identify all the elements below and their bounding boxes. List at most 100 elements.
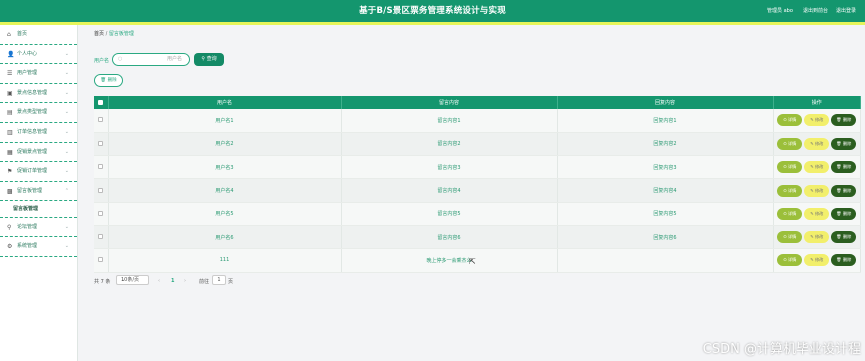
delete-button[interactable]: 🗑 删除	[831, 137, 857, 150]
order-icon: ▥	[7, 128, 13, 136]
sidebar-item-promo-orders[interactable]: ⚑ 促销订单管理 ⌄	[0, 162, 77, 182]
search-input[interactable]: ○ 用户名	[112, 53, 190, 66]
sidebar-item-label: 用户管理	[17, 70, 38, 77]
chevron-down-icon: ⌄	[64, 128, 69, 135]
breadcrumb-home[interactable]: 首页	[94, 31, 104, 37]
batch-delete-button[interactable]: 🗑 删除	[94, 74, 123, 87]
back-to-front-link[interactable]: 退出到前台	[803, 7, 828, 14]
sidebar-item-scenic[interactable]: ▣ 景点信息管理 ⌄	[0, 84, 77, 104]
chevron-down-icon: ⌄	[64, 242, 69, 249]
row-checkbox[interactable]	[94, 248, 109, 273]
detail-button[interactable]: ⊙ 详情	[777, 184, 803, 197]
prev-page-button[interactable]: ‹	[158, 278, 160, 284]
promo-icon: ▦	[7, 148, 13, 156]
chevron-down-icon: ⌄	[64, 224, 69, 231]
edit-icon: ✎	[810, 140, 814, 146]
header-accent-stripe	[0, 22, 865, 25]
page-unit-label: 页	[228, 279, 234, 285]
goto-page-input[interactable]: 1	[212, 275, 226, 285]
chevron-down-icon: ⌄	[121, 277, 126, 283]
sidebar-item-system[interactable]: ⚙ 系统管理 ⌄	[0, 237, 77, 257]
delete-button[interactable]: 🗑 删除	[831, 231, 857, 244]
detail-button[interactable]: ⊙ 详情	[777, 231, 803, 244]
cell-username: 用户名4	[108, 178, 342, 203]
page-number-current[interactable]: 1	[171, 278, 174, 284]
users-icon: ☰	[7, 70, 13, 78]
edit-label: 修改	[814, 164, 824, 170]
edit-label: 修改	[814, 140, 824, 146]
delete-label: 删除	[842, 117, 852, 123]
detail-button[interactable]: ⊙ 详情	[777, 254, 803, 267]
top-header: 基于B/S景区票务管理系统设计与实现 管理员 abo 退出到前台 退出登录	[0, 0, 865, 22]
chevron-down-icon: ⌄	[64, 168, 69, 175]
edit-button[interactable]: ✎ 修改	[804, 254, 830, 267]
row-checkbox[interactable]	[94, 132, 109, 157]
sidebar-item-label: 论坛管理	[17, 224, 38, 231]
table-row: 用户名4 留言内容4 回复内容4 ⊙ 详情 ✎ 修改 🗑 删除	[94, 178, 861, 203]
delete-button[interactable]: 🗑 删除	[831, 161, 857, 174]
search-button[interactable]: ⚲ 查询	[194, 53, 224, 66]
detail-label: 详情	[787, 164, 797, 170]
sidebar-item-users[interactable]: ☰ 用户管理 ⌄	[0, 64, 77, 84]
delete-button[interactable]: 🗑 删除	[831, 184, 857, 197]
edit-button[interactable]: ✎ 修改	[804, 161, 830, 174]
row-checkbox[interactable]	[94, 109, 109, 133]
row-checkbox[interactable]	[94, 155, 109, 180]
next-page-button[interactable]: ›	[184, 278, 186, 284]
detail-button[interactable]: ⊙ 详情	[777, 137, 803, 150]
cell-actions: ⊙ 详情 ✎ 修改 🗑 删除	[773, 225, 861, 250]
breadcrumb-current: 留言板管理	[108, 31, 134, 37]
system-icon: ⚙	[7, 242, 13, 250]
scenic-icon: ▣	[7, 89, 13, 97]
sidebar-item-messages[interactable]: ▩ 留言板管理 ⌃	[0, 182, 77, 202]
mouse-cursor-icon: ⇱	[469, 257, 476, 266]
cell-content: 留言内容6	[341, 225, 558, 250]
row-checkbox[interactable]	[94, 178, 109, 203]
sidebar-item-label: 促销景点管理	[17, 148, 48, 155]
cell-actions: ⊙ 详情 ✎ 修改 🗑 删除	[773, 132, 861, 157]
sidebar-item-home[interactable]: ⌂ 首页	[0, 25, 77, 45]
detail-button[interactable]: ⊙ 详情	[777, 207, 803, 220]
sidebar-item-promo-scenic[interactable]: ▦ 促销景点管理 ⌄	[0, 143, 77, 163]
category-icon: ▤	[7, 109, 13, 117]
sidebar-item-forum[interactable]: ⚲ 论坛管理 ⌄	[0, 217, 77, 237]
cell-reply	[557, 248, 774, 273]
sidebar-item-profile[interactable]: 👤 个人中心 ⌄	[0, 45, 77, 65]
chevron-down-icon: ⌄	[64, 50, 69, 57]
sidebar-item-orders[interactable]: ▥ 订单信息管理 ⌄	[0, 123, 77, 143]
edit-button[interactable]: ✎ 修改	[804, 114, 830, 127]
column-header-content[interactable]: 留言内容	[341, 96, 558, 109]
admin-user-label: 管理员 abo	[767, 8, 793, 14]
cell-reply: 回复内容1	[557, 109, 774, 133]
chevron-down-icon: ⌄	[64, 109, 69, 116]
sidebar-item-label: 订单信息管理	[17, 128, 48, 135]
sidebar-item-scenic-type[interactable]: ▤ 景点类型管理 ⌄	[0, 103, 77, 123]
edit-button[interactable]: ✎ 修改	[804, 137, 830, 150]
row-checkbox[interactable]	[94, 225, 109, 250]
cell-content: 晚上停多一会乘杰么	[341, 248, 558, 273]
cell-content: 留言内容2	[341, 132, 558, 157]
delete-button[interactable]: 🗑 删除	[831, 254, 857, 267]
page-size-select[interactable]: 10条/页 ⌄	[116, 275, 149, 285]
column-header-username[interactable]: 用户名	[108, 96, 342, 109]
cell-username: 用户名1	[108, 109, 342, 133]
delete-button[interactable]: 🗑 删除	[831, 207, 857, 220]
edit-button[interactable]: ✎ 修改	[804, 207, 830, 220]
delete-button[interactable]: 🗑 删除	[831, 114, 857, 127]
cell-content: 留言内容3	[341, 155, 558, 180]
select-all-checkbox[interactable]	[94, 96, 109, 109]
edit-button[interactable]: ✎ 修改	[804, 184, 830, 197]
edit-button[interactable]: ✎ 修改	[804, 231, 830, 244]
trash-icon: 🗑	[836, 210, 842, 216]
flag-icon: ⚑	[7, 168, 13, 176]
detail-button[interactable]: ⊙ 详情	[777, 114, 803, 127]
cell-username: 111	[108, 248, 342, 273]
sidebar-item-label: 首页	[17, 31, 28, 37]
trash-icon: 🗑	[836, 234, 842, 240]
detail-button[interactable]: ⊙ 详情	[777, 161, 803, 174]
chevron-up-icon: ⌃	[64, 187, 69, 194]
sidebar-subitem-messages[interactable]: 留言板管理	[0, 201, 77, 218]
logout-link[interactable]: 退出登录	[836, 7, 856, 14]
row-checkbox[interactable]	[94, 202, 109, 226]
sidebar: ⌂ 首页 👤 个人中心 ⌄ ☰ 用户管理 ⌄ ▣ 景点信息管理 ⌄ ▤ 景点类型管理 ⌄ ▥ 订单信…	[0, 25, 78, 361]
